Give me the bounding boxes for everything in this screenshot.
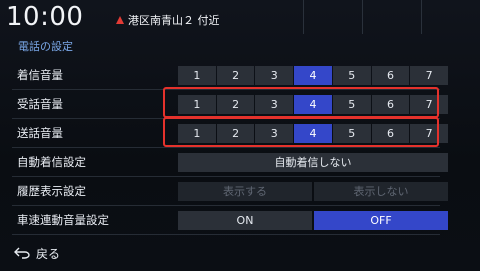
ring-volume-level-6[interactable]: 6 (371, 66, 410, 85)
row-ring-volume: 着信音量 1 2 3 4 5 6 7 (12, 62, 449, 88)
ring-volume-level-4[interactable]: 4 (294, 66, 332, 85)
receive-volume-highlight (163, 87, 439, 118)
speed-volume-off-button[interactable]: OFF (314, 211, 448, 230)
ring-volume-level-2[interactable]: 2 (216, 66, 255, 85)
history-display-label: 履歴表示設定 (17, 184, 86, 198)
location-text: 港区南青山２ 付近 (128, 14, 220, 27)
ring-volume-level-5[interactable]: 5 (332, 66, 371, 85)
status-bar: 10:00 港区南青山２ 付近 (0, 0, 480, 34)
status-cell-3 (421, 0, 480, 34)
speed-volume-on-button[interactable]: ON (178, 211, 312, 230)
row-auto-answer: 自動着信設定 自動着信しない (12, 149, 448, 175)
back-label: 戻る (36, 246, 61, 261)
ring-volume-level-3[interactable]: 3 (255, 66, 294, 85)
row-divider (12, 147, 440, 148)
row-divider (12, 234, 440, 235)
speed-volume-label: 車速連動音量設定 (17, 213, 109, 227)
auto-answer-button[interactable]: 自動着信しない (178, 153, 448, 172)
vehicle-position-icon (116, 16, 124, 24)
ring-volume-level-7[interactable]: 7 (410, 66, 449, 85)
history-hide-button[interactable]: 表示しない (314, 182, 448, 201)
page-title: 電話の設定 (18, 40, 73, 53)
history-show-button[interactable]: 表示する (178, 182, 312, 201)
row-divider (12, 205, 440, 206)
status-cell-2 (362, 0, 421, 34)
phone-settings-screen: 10:00 港区南青山２ 付近 電話の設定 着信音量 1 2 3 4 5 6 7… (0, 0, 480, 271)
back-arrow-icon (14, 247, 30, 259)
ring-volume-selector: 1 2 3 4 5 6 7 (178, 66, 449, 85)
back-button[interactable]: 戻る (14, 243, 60, 263)
auto-answer-label: 自動着信設定 (17, 155, 86, 169)
send-volume-label: 送話音量 (17, 126, 63, 140)
row-history-display: 履歴表示設定 表示する 表示しない (12, 178, 448, 204)
ring-volume-label: 着信音量 (17, 68, 63, 82)
status-icon-area (303, 0, 480, 34)
receive-volume-label: 受話音量 (17, 97, 63, 111)
row-divider (12, 176, 440, 177)
ring-volume-level-1[interactable]: 1 (178, 66, 216, 85)
clock: 10:00 (6, 2, 84, 32)
send-volume-highlight (163, 117, 439, 147)
row-speed-volume: 車速連動音量設定 ON OFF (12, 207, 448, 233)
status-cell-1 (303, 0, 362, 34)
current-location: 港区南青山２ 付近 (116, 12, 220, 28)
